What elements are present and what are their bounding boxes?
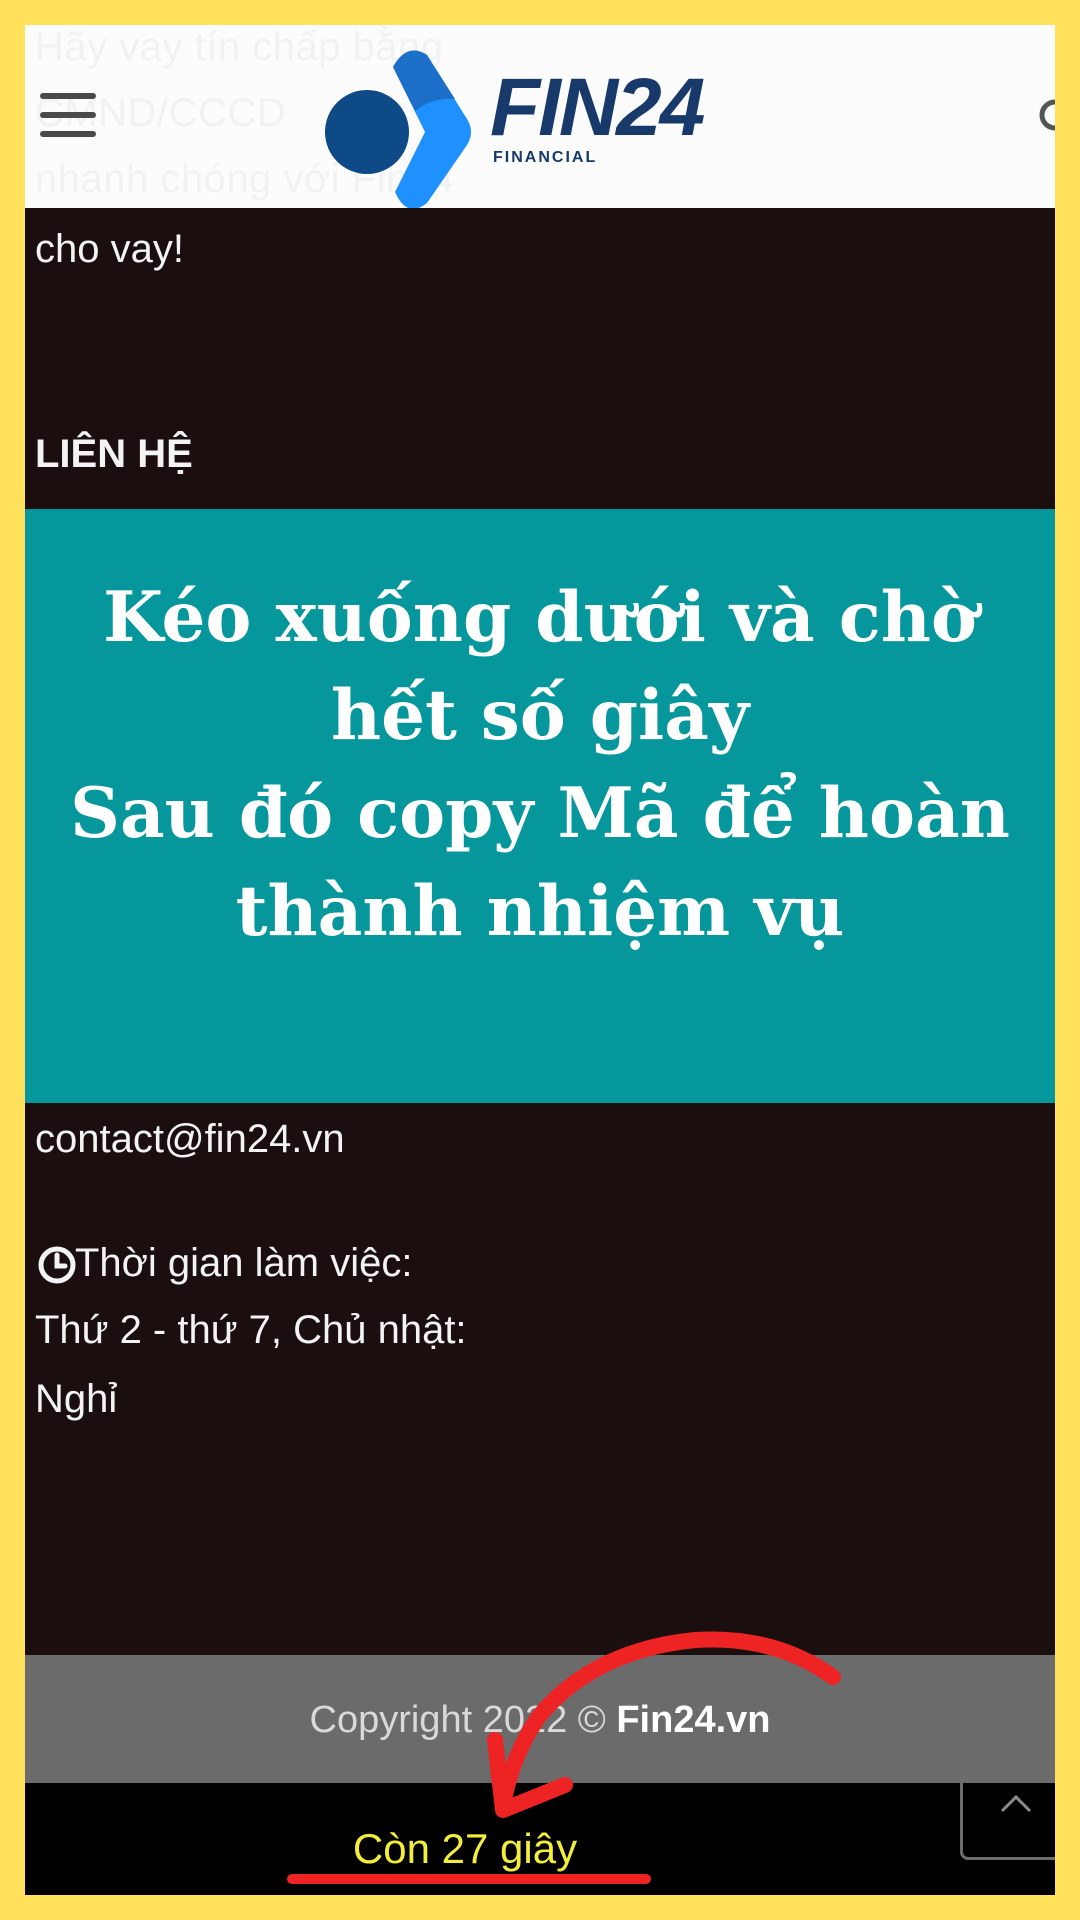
site-header: Hãy vay tín chấp bằng CMND/CCCD nhanh ch… <box>25 25 1055 208</box>
banner-line: hết số giây <box>330 675 750 756</box>
banner-line: Kéo xuống dưới và chờ <box>103 577 977 658</box>
browser-page: Hãy vay tín chấp bằng CMND/CCCD nhanh ch… <box>25 25 1055 1895</box>
working-hours-days: Thứ 2 - thứ 7, Chủ nhật: <box>35 1308 467 1352</box>
red-arrow-annotation <box>487 1631 841 1818</box>
working-hours-closed: Nghỉ <box>35 1377 118 1421</box>
logo-wordmark: FIN24 <box>490 62 705 153</box>
contact-heading: LIÊN HỆ <box>35 432 193 476</box>
intro-text-tail: cho vay! <box>35 227 184 271</box>
chevron-up-icon <box>1000 1794 1032 1813</box>
banner-line: Sau đó copy Mã để hoàn <box>70 773 1010 854</box>
clock-icon <box>37 1245 77 1285</box>
search-icon[interactable] <box>1037 97 1055 137</box>
scroll-to-top-button[interactable] <box>960 1760 1055 1860</box>
working-hours-label: Thời gian làm việc: <box>75 1241 413 1285</box>
hamburger-menu-icon[interactable] <box>40 93 96 137</box>
instruction-banner: Kéo xuống dưới và chờ hết số giây Sau đó… <box>25 509 1055 1103</box>
red-underline-annotation <box>287 1874 651 1884</box>
contact-email[interactable]: contact@fin24.vn <box>35 1117 345 1162</box>
logo-subtitle: FINANCIAL <box>493 149 598 166</box>
logo-mark-icon <box>325 50 471 208</box>
banner-line: thành nhiệm vụ <box>235 871 845 952</box>
